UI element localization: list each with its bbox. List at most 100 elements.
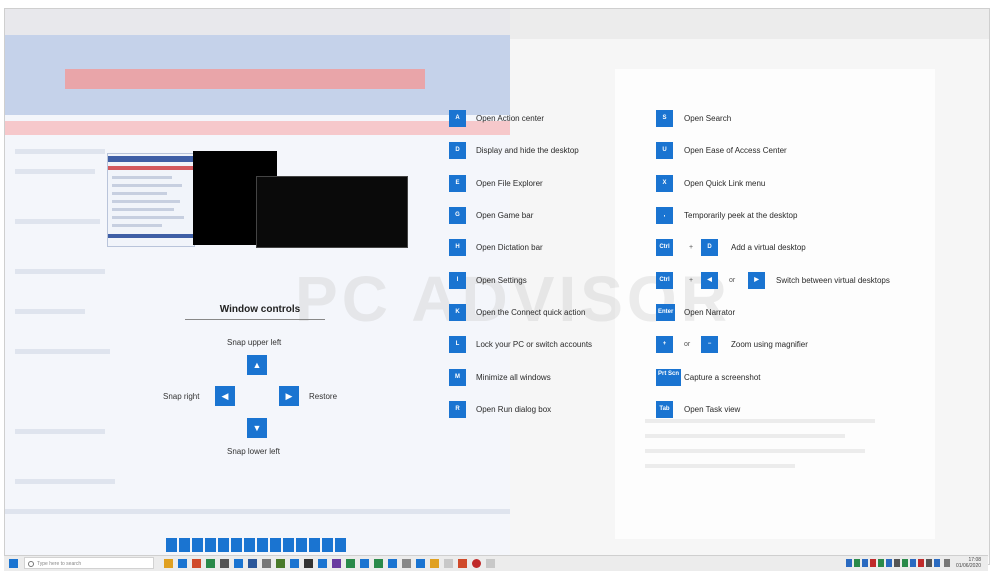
tray-icon[interactable] xyxy=(910,559,916,567)
page-button[interactable] xyxy=(179,538,190,552)
app-icon[interactable] xyxy=(402,559,411,568)
edge-icon[interactable] xyxy=(178,559,187,568)
snap-upper-left-label: Snap upper left xyxy=(227,338,282,347)
tray-icon[interactable] xyxy=(918,559,924,567)
speaker-icon[interactable] xyxy=(944,559,950,567)
app-icon[interactable] xyxy=(276,559,285,568)
tray-icon[interactable] xyxy=(902,559,908,567)
shortcut-label: Add a virtual desktop xyxy=(731,243,806,252)
snap-right-arrow[interactable]: ◀ xyxy=(215,386,235,406)
win-u-key: U xyxy=(656,142,673,159)
window-thumbnail-dark[interactable] xyxy=(256,176,408,248)
tray-icon[interactable] xyxy=(854,559,860,567)
app-icon[interactable] xyxy=(360,559,369,568)
shortcut-label: Open the Connect quick action xyxy=(476,308,586,317)
window-thumbnail-browser[interactable] xyxy=(107,153,195,247)
win-h-key: H xyxy=(449,239,466,256)
page-button[interactable] xyxy=(244,538,255,552)
taskbar-clock[interactable]: 17:08 01/06/2020 xyxy=(956,557,981,569)
app-icon[interactable] xyxy=(444,559,453,568)
left-arrow-key: ◀ xyxy=(701,272,718,289)
page-button[interactable] xyxy=(166,538,177,552)
win-d-key: D xyxy=(449,142,466,159)
word-icon[interactable] xyxy=(248,559,257,568)
page-button[interactable] xyxy=(270,538,281,552)
background-text-line xyxy=(15,309,85,314)
page-button[interactable] xyxy=(257,538,268,552)
excel-icon[interactable] xyxy=(206,559,215,568)
win-e-key: E xyxy=(449,175,466,192)
app-icon[interactable] xyxy=(416,559,425,568)
win-k-key: K xyxy=(449,304,466,321)
shortcut-label: Open Narrator xyxy=(684,308,736,317)
shortcut-label: Minimize all windows xyxy=(476,373,551,382)
shortcut-label: Open Settings xyxy=(476,276,527,285)
app-icon[interactable] xyxy=(486,559,495,568)
background-text-line xyxy=(15,149,105,154)
page-button[interactable] xyxy=(205,538,216,552)
page-button[interactable] xyxy=(309,538,320,552)
tab-key: Tab xyxy=(656,401,673,418)
snap-lower-left-label: Snap lower left xyxy=(227,447,280,456)
tray-icon[interactable] xyxy=(846,559,852,567)
shortcut-label: Open Action center xyxy=(476,114,545,123)
background-doc-line xyxy=(645,449,865,453)
shortcut-label: Switch between virtual desktops xyxy=(776,276,890,285)
tray-icon[interactable] xyxy=(870,559,876,567)
win-l-key: L xyxy=(449,336,466,353)
tray-icon[interactable] xyxy=(862,559,868,567)
app-icon[interactable] xyxy=(318,559,327,568)
win-comma-key: , xyxy=(656,207,673,224)
background-doc-line xyxy=(645,464,795,468)
background-text-line xyxy=(15,429,105,434)
tray-icon[interactable] xyxy=(926,559,932,567)
tray-icon[interactable] xyxy=(934,559,940,567)
app-icon[interactable] xyxy=(304,559,313,568)
win-s-key: S xyxy=(656,110,673,127)
office-icon[interactable] xyxy=(192,559,201,568)
restore-arrow[interactable]: ▶ xyxy=(279,386,299,406)
thumbnail-header xyxy=(108,156,194,162)
background-doc-line xyxy=(645,419,875,423)
tray-icon[interactable] xyxy=(886,559,892,567)
thumbnail-row xyxy=(112,216,184,219)
page-button[interactable] xyxy=(231,538,242,552)
app-icon[interactable] xyxy=(262,559,271,568)
window-controls-divider xyxy=(185,319,325,320)
app-icon[interactable] xyxy=(346,559,355,568)
ctrl-key: Ctrl xyxy=(656,239,673,256)
shortcut-label: Zoom using magnifier xyxy=(731,340,808,349)
mail-icon[interactable] xyxy=(234,559,243,568)
page-button[interactable] xyxy=(296,538,307,552)
ctrl-key: Ctrl xyxy=(656,272,673,289)
app-icon[interactable] xyxy=(388,559,397,568)
page-button[interactable] xyxy=(335,538,346,552)
shortcut-label: Display and hide the desktop xyxy=(476,146,579,155)
page-button[interactable] xyxy=(218,538,229,552)
background-text-line xyxy=(15,269,105,274)
or-text: or xyxy=(729,277,736,284)
app-icon[interactable] xyxy=(430,559,439,568)
taskbar-search-input[interactable]: Type here to search xyxy=(24,557,154,569)
thumbnail-row xyxy=(112,184,182,187)
app-icon[interactable] xyxy=(458,559,467,568)
tray-icon[interactable] xyxy=(894,559,900,567)
windows-start-icon[interactable] xyxy=(9,559,18,568)
page-button[interactable] xyxy=(192,538,203,552)
app-icon[interactable] xyxy=(374,559,383,568)
chrome-icon[interactable] xyxy=(472,559,481,568)
shortcut-label: Open Ease of Access Center xyxy=(684,146,787,155)
page-button[interactable] xyxy=(322,538,333,552)
tray-icon[interactable] xyxy=(878,559,884,567)
app-icon[interactable] xyxy=(290,559,299,568)
snap-lower-left-arrow[interactable]: ▼ xyxy=(247,418,267,438)
settings-icon[interactable] xyxy=(220,559,229,568)
restore-label: Restore xyxy=(309,392,338,401)
folder-icon[interactable] xyxy=(164,559,173,568)
thumbnail-footer xyxy=(108,234,194,238)
page-button[interactable] xyxy=(283,538,294,552)
snap-upper-left-arrow[interactable]: ▲ xyxy=(247,355,267,375)
app-icon[interactable] xyxy=(332,559,341,568)
thumbnail-banner xyxy=(108,166,194,170)
shortcut-label: Temporarily peek at the desktop xyxy=(684,211,798,220)
